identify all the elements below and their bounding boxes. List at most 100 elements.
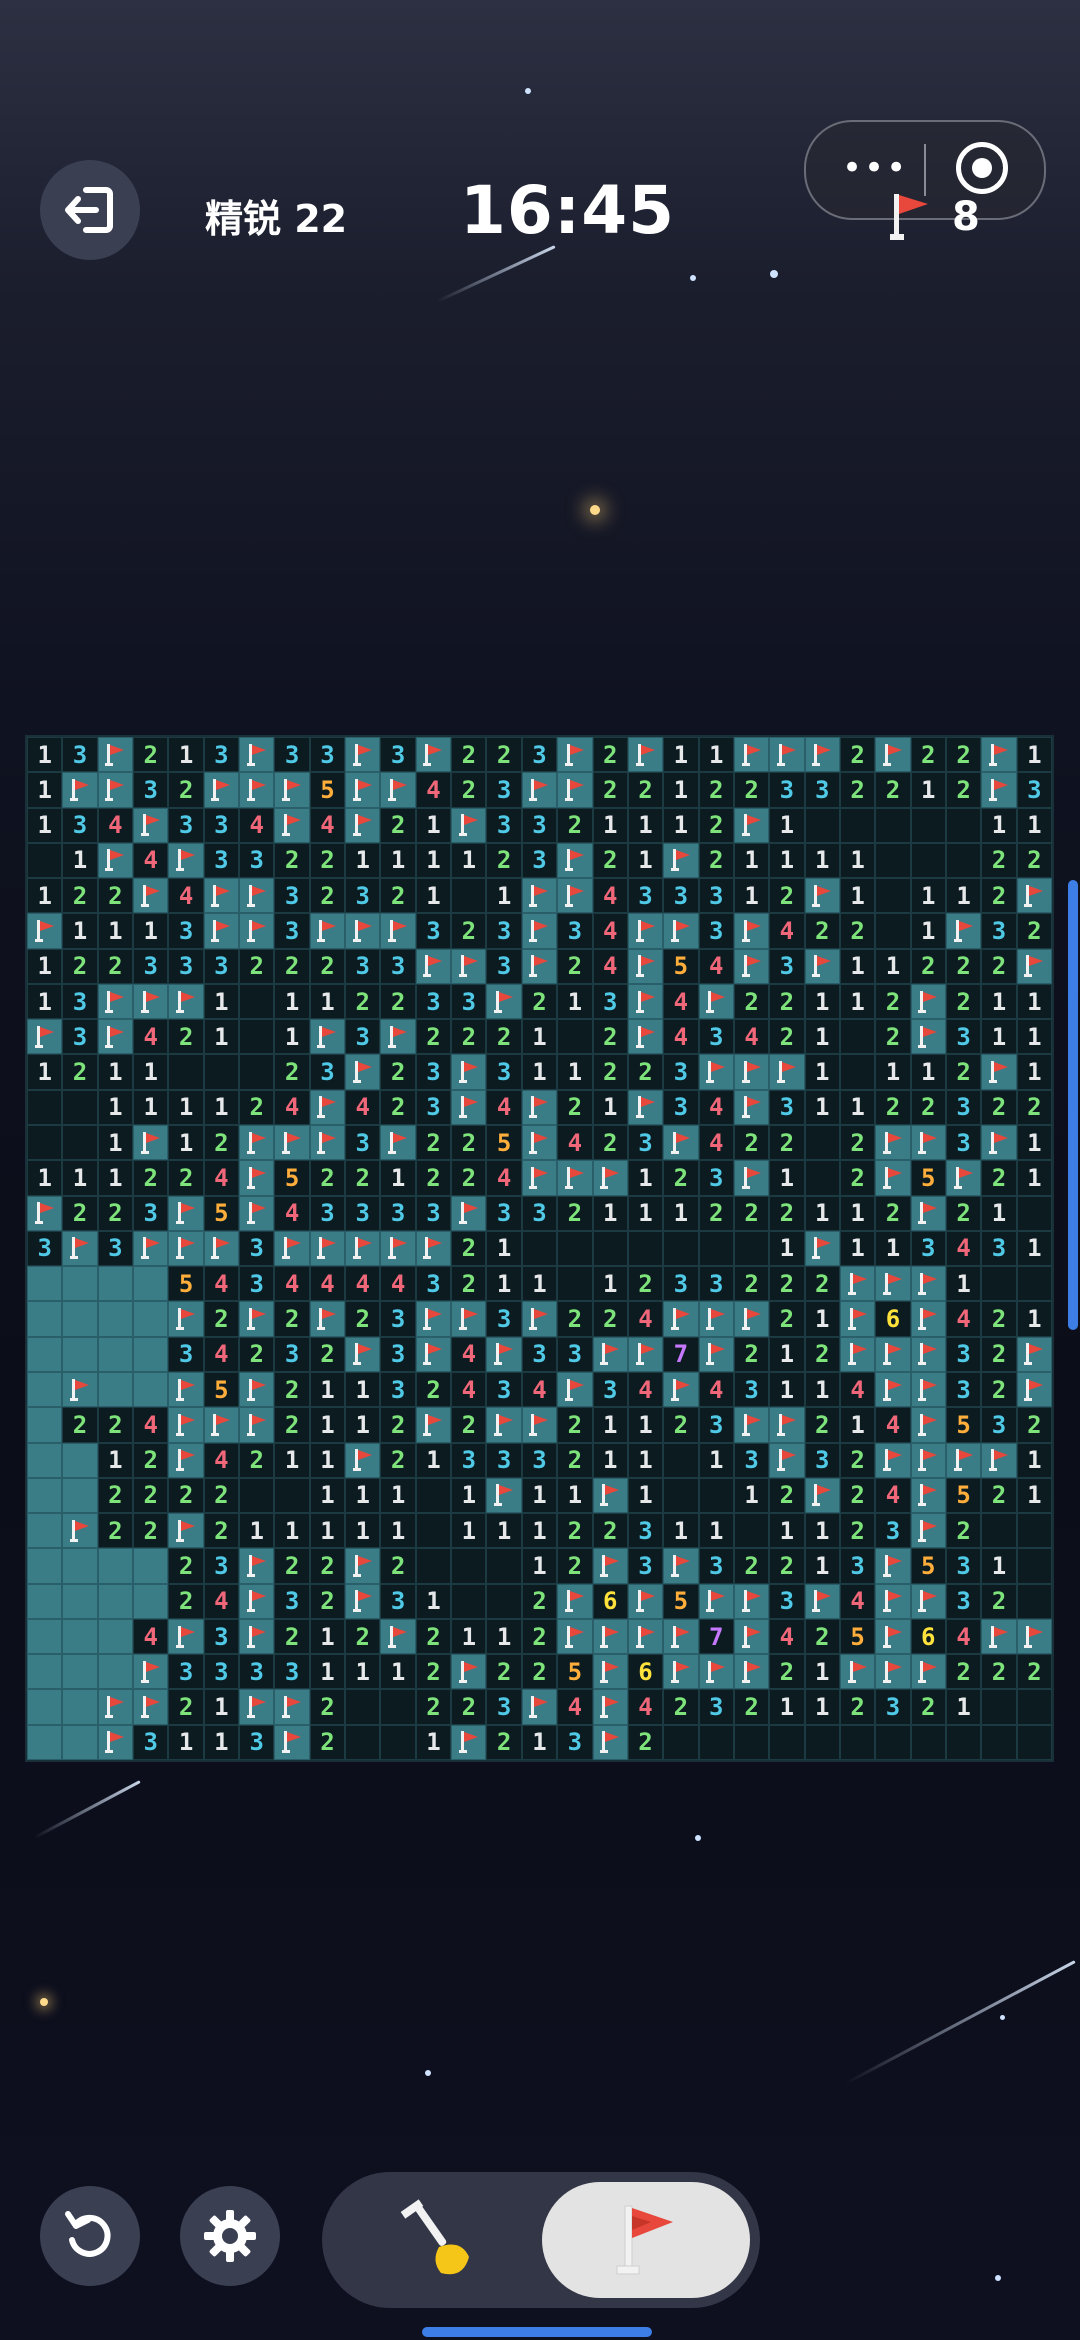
number-cell[interactable]: 2 — [380, 1442, 416, 1478]
number-cell[interactable]: 2 — [274, 948, 310, 984]
empty-cell[interactable] — [945, 842, 982, 879]
number-cell[interactable]: 2 — [486, 842, 522, 879]
number-cell[interactable]: 1 — [203, 1724, 240, 1760]
empty-cell[interactable] — [451, 1548, 487, 1584]
number-cell[interactable]: 3 — [521, 1195, 558, 1231]
number-cell[interactable]: 3 — [274, 1336, 310, 1372]
number-cell[interactable]: 4 — [627, 1301, 664, 1337]
number-cell[interactable]: 2 — [875, 772, 911, 808]
hidden-cell[interactable] — [62, 1266, 98, 1302]
number-cell[interactable]: 3 — [521, 842, 558, 879]
flagged-cell[interactable] — [415, 1336, 452, 1372]
empty-cell[interactable] — [839, 1724, 876, 1760]
number-cell[interactable]: 4 — [345, 1089, 381, 1126]
number-cell[interactable]: 3 — [415, 1054, 452, 1090]
number-cell[interactable]: 1 — [62, 913, 98, 949]
flagged-cell[interactable] — [415, 737, 452, 773]
number-cell[interactable]: 1 — [592, 1089, 628, 1126]
flagged-cell[interactable] — [133, 1230, 169, 1267]
number-cell[interactable]: 3 — [945, 1336, 982, 1372]
flagged-cell[interactable] — [345, 1054, 381, 1090]
number-cell[interactable]: 1 — [804, 1089, 840, 1126]
empty-cell[interactable] — [1016, 1548, 1052, 1584]
number-cell[interactable]: 2 — [451, 913, 487, 949]
flagged-cell[interactable] — [663, 1301, 699, 1337]
number-cell[interactable]: 2 — [557, 1548, 593, 1584]
flagged-cell[interactable] — [133, 1654, 169, 1690]
number-cell[interactable]: 4 — [875, 1477, 911, 1514]
number-cell[interactable]: 1 — [804, 1654, 840, 1690]
number-cell[interactable]: 4 — [203, 1336, 240, 1372]
flagged-cell[interactable] — [168, 1513, 204, 1549]
number-cell[interactable]: 3 — [521, 1442, 558, 1478]
flagged-cell[interactable] — [910, 1477, 946, 1514]
number-cell[interactable]: 3 — [698, 913, 734, 949]
number-cell[interactable]: 1 — [804, 1548, 840, 1584]
flagged-cell[interactable] — [733, 737, 770, 773]
flagged-cell[interactable] — [168, 1618, 204, 1655]
flagged-cell[interactable] — [769, 1442, 805, 1478]
flagged-cell[interactable] — [592, 1654, 628, 1690]
flagged-cell[interactable] — [1016, 1618, 1052, 1655]
number-cell[interactable]: 2 — [203, 1477, 240, 1514]
number-cell[interactable]: 3 — [415, 1195, 452, 1231]
empty-cell[interactable] — [415, 1477, 452, 1514]
number-cell[interactable]: 1 — [1016, 1125, 1052, 1161]
number-cell[interactable]: 2 — [309, 878, 346, 914]
hidden-cell[interactable] — [62, 1724, 98, 1760]
number-cell[interactable]: 5 — [945, 1477, 982, 1514]
number-cell[interactable]: 1 — [62, 1160, 98, 1196]
number-cell[interactable]: 2 — [345, 1160, 381, 1196]
flagged-cell[interactable] — [698, 1301, 734, 1337]
minesweeper-board[interactable]: 1321333322321122211325423221223322123134… — [25, 735, 1054, 1762]
number-cell[interactable]: 2 — [309, 1548, 346, 1584]
hidden-cell[interactable] — [27, 1689, 63, 1725]
number-cell[interactable]: 2 — [309, 1724, 346, 1760]
number-cell[interactable]: 1 — [274, 1019, 310, 1055]
flagged-cell[interactable] — [380, 913, 416, 949]
number-cell[interactable]: 1 — [415, 878, 452, 914]
number-cell[interactable]: 2 — [557, 1513, 593, 1549]
number-cell[interactable]: 1 — [663, 807, 699, 843]
number-cell[interactable]: 3 — [203, 1618, 240, 1655]
flagged-cell[interactable] — [627, 1019, 664, 1055]
empty-cell[interactable] — [203, 1054, 240, 1090]
number-cell[interactable]: 2 — [945, 772, 982, 808]
flagged-cell[interactable] — [592, 1477, 628, 1514]
empty-cell[interactable] — [839, 1054, 876, 1090]
number-cell[interactable]: 2 — [521, 1654, 558, 1690]
flagged-cell[interactable] — [521, 948, 558, 984]
flagged-cell[interactable] — [309, 1301, 346, 1337]
number-cell[interactable]: 2 — [945, 983, 982, 1020]
empty-cell[interactable] — [1016, 1195, 1052, 1231]
number-cell[interactable]: 3 — [345, 1019, 381, 1055]
number-cell[interactable]: 1 — [345, 842, 381, 879]
hidden-cell[interactable] — [133, 1336, 169, 1372]
flagged-cell[interactable] — [521, 772, 558, 808]
flagged-cell[interactable] — [97, 842, 134, 879]
flagged-cell[interactable] — [910, 1125, 946, 1161]
number-cell[interactable]: 1 — [804, 1689, 840, 1725]
number-cell[interactable]: 1 — [627, 842, 664, 879]
number-cell[interactable]: 1 — [627, 1160, 664, 1196]
flagged-cell[interactable] — [733, 1054, 770, 1090]
number-cell[interactable]: 1 — [274, 983, 310, 1020]
number-cell[interactable]: 3 — [203, 737, 240, 773]
number-cell[interactable]: 1 — [839, 1230, 876, 1267]
flagged-cell[interactable] — [345, 807, 381, 843]
number-cell[interactable]: 2 — [839, 737, 876, 773]
flagged-cell[interactable] — [1016, 1371, 1052, 1408]
number-cell[interactable]: 2 — [769, 1195, 805, 1231]
number-cell[interactable]: 4 — [203, 1583, 240, 1619]
flagged-cell[interactable] — [239, 1301, 275, 1337]
number-cell[interactable]: 1 — [309, 1371, 346, 1408]
number-cell[interactable]: 3 — [698, 878, 734, 914]
flagged-cell[interactable] — [451, 1089, 487, 1126]
number-cell[interactable]: 3 — [698, 1548, 734, 1584]
flagged-cell[interactable] — [239, 737, 275, 773]
flagged-cell[interactable] — [168, 1230, 204, 1267]
flagged-cell[interactable] — [910, 1301, 946, 1337]
number-cell[interactable]: 2 — [133, 1513, 169, 1549]
flagged-cell[interactable] — [451, 1654, 487, 1690]
number-cell[interactable]: 2 — [698, 807, 734, 843]
